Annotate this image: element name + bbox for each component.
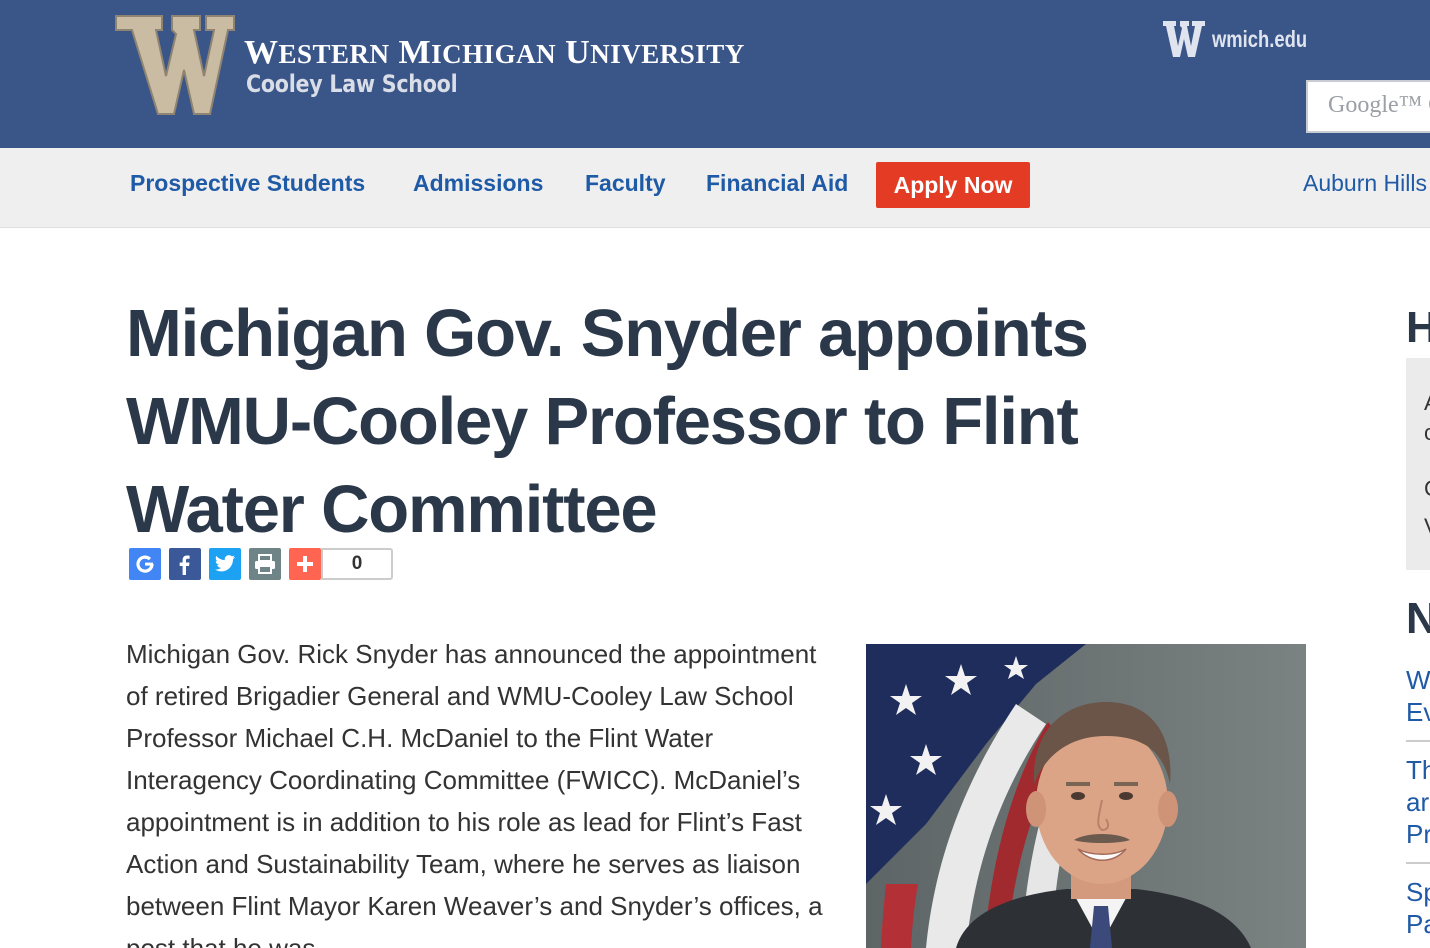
sidebar-box-text: C — [1424, 476, 1430, 502]
google-share-button[interactable] — [129, 548, 161, 580]
facebook-share-button[interactable] — [169, 548, 201, 580]
sidebar-box-text: c — [1424, 420, 1430, 445]
sidebar-box-text: V — [1424, 514, 1430, 540]
wmich-link-label: wmich.edu — [1212, 25, 1308, 52]
location-auburn-hills-link[interactable]: Auburn Hills — [1303, 170, 1427, 197]
nav-financial-aid[interactable]: Financial Aid — [706, 170, 848, 197]
article-body: Michigan Gov. Rick Snyder has announced … — [126, 639, 823, 948]
sidebar-box-text: A — [1424, 390, 1430, 416]
facebook-share-icon — [179, 555, 190, 575]
nav-prospective-students[interactable]: Prospective Students — [130, 170, 365, 197]
news-divider — [1406, 862, 1430, 864]
nav-faculty[interactable]: Faculty — [585, 170, 666, 197]
twitter-share-button[interactable] — [209, 548, 241, 580]
add-share-icon — [297, 556, 313, 572]
wmich-w-icon — [1163, 21, 1205, 57]
university-name[interactable]: WESTERN MICHIGAN UNIVERSITY — [244, 34, 745, 72]
article-title: Michigan Gov. Snyder appoints WMU-Cooley… — [126, 296, 1089, 547]
site-header: WESTERN MICHIGAN UNIVERSITY Cooley Law S… — [0, 0, 1430, 148]
news-link[interactable]: Th ar Pr — [1406, 754, 1430, 850]
portrait-photo — [866, 644, 1306, 948]
search-placeholder: Google™ C — [1328, 92, 1430, 118]
add-share-button[interactable] — [289, 548, 321, 580]
sidebar-heading: H — [1406, 303, 1430, 352]
search-input[interactable]: Google™ C — [1306, 80, 1430, 133]
wmu-w-logo[interactable] — [114, 14, 236, 116]
nav-admissions[interactable]: Admissions — [413, 170, 543, 197]
print-button[interactable] — [249, 548, 281, 580]
main-nav: Prospective Students Admissions Faculty … — [0, 148, 1430, 228]
news-divider — [1406, 740, 1430, 742]
news-heading: N — [1406, 594, 1430, 643]
share-count: 0 — [321, 548, 393, 580]
sidebar-info-box: A c C V — [1406, 358, 1430, 570]
wmich-link[interactable]: wmich.edu — [1162, 20, 1331, 58]
google-share-icon — [136, 555, 154, 573]
twitter-share-icon — [214, 555, 236, 572]
school-name[interactable]: Cooley Law School — [246, 70, 458, 98]
share-bar: 0 — [129, 548, 393, 580]
portrait-illustration — [866, 644, 1306, 948]
news-link[interactable]: W Ev — [1406, 664, 1430, 728]
print-icon — [255, 554, 275, 574]
apply-now-button[interactable]: Apply Now — [876, 162, 1030, 208]
news-link[interactable]: Sp Pa — [1406, 876, 1430, 940]
